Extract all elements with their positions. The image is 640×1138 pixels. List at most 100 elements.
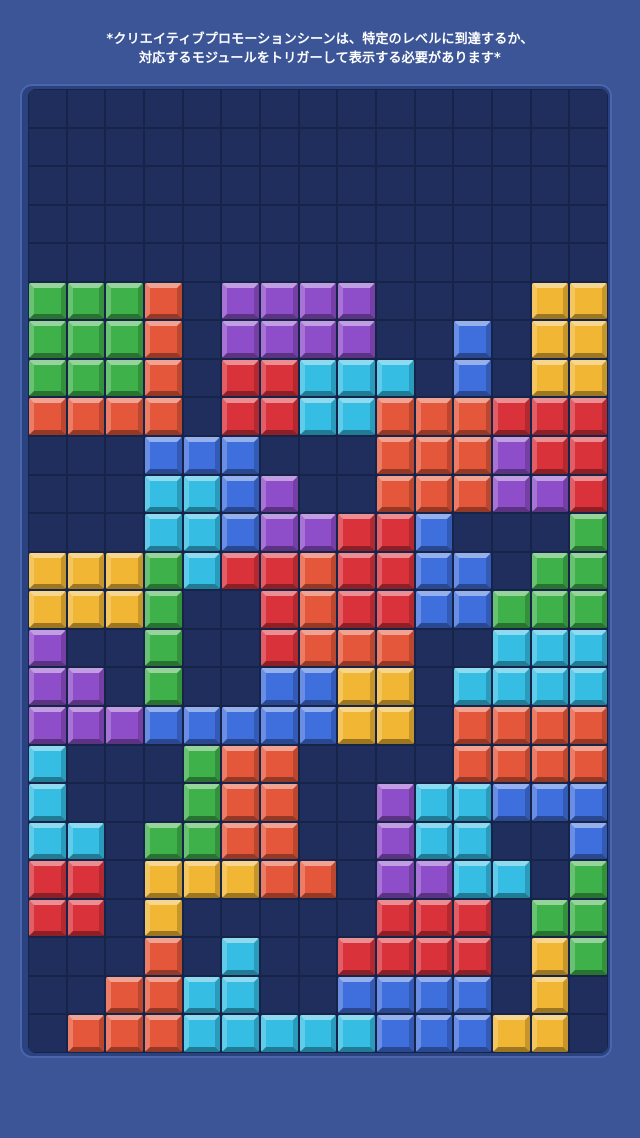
tetromino-block xyxy=(261,359,298,397)
tetromino-block xyxy=(415,514,453,551)
grid-cell xyxy=(182,898,222,938)
grid-cell xyxy=(414,358,454,398)
grid-cell xyxy=(66,243,106,282)
tetromino-block xyxy=(145,629,182,667)
grid-cell xyxy=(221,590,260,629)
tetromino-block xyxy=(338,591,375,628)
tetromino-block xyxy=(531,745,569,783)
tetromino-block xyxy=(106,398,143,436)
grid-cell xyxy=(260,166,299,205)
tetromino-block xyxy=(261,282,298,320)
grid-cell xyxy=(298,744,338,784)
grid-cell xyxy=(337,204,376,244)
grid-cell xyxy=(414,281,454,321)
tetromino-block xyxy=(67,668,105,705)
tetromino-block xyxy=(377,784,414,821)
tetromino-block xyxy=(299,861,337,898)
tetromino-block xyxy=(29,321,66,358)
grid-cell xyxy=(569,243,608,282)
grid-cell xyxy=(453,243,492,282)
grid-cell xyxy=(492,358,531,398)
tetromino-block xyxy=(67,552,105,590)
tetromino-block xyxy=(493,706,530,744)
grid-cell xyxy=(66,513,106,552)
tetromino-block xyxy=(299,514,337,551)
grid-cell xyxy=(28,937,67,976)
tetromino-block xyxy=(222,976,259,1014)
grid-cell xyxy=(28,1014,67,1053)
tetromino-block xyxy=(222,321,259,358)
tetromino-block xyxy=(377,938,414,975)
tetromino-block xyxy=(261,629,298,667)
tetromino-block xyxy=(454,822,491,860)
tetromino-block xyxy=(299,1015,337,1052)
grid-cell xyxy=(337,860,376,899)
grid-cell xyxy=(105,513,144,552)
tetromino-block xyxy=(338,398,375,436)
tetromino-block xyxy=(145,437,182,474)
tetromino-block xyxy=(531,398,569,436)
grid-cell xyxy=(376,166,415,205)
tetromino-block xyxy=(531,976,569,1014)
tetromino-block xyxy=(493,591,530,628)
tetromino-block xyxy=(222,475,259,513)
grid-cell xyxy=(530,860,570,899)
grid-cell xyxy=(105,89,144,128)
grid-cell xyxy=(66,937,106,976)
tetromino-block xyxy=(145,861,182,898)
grid-cell xyxy=(182,628,222,668)
grid-cell xyxy=(66,975,106,1015)
grid-cell xyxy=(453,127,492,167)
grid-cell xyxy=(453,89,492,128)
tetromino-block xyxy=(377,437,414,474)
grid-cell xyxy=(260,975,299,1015)
tetromino-block xyxy=(261,321,298,358)
grid-cell xyxy=(105,243,144,282)
tetromino-block xyxy=(531,359,569,397)
grid-cell xyxy=(28,474,67,514)
grid-cell xyxy=(376,89,415,128)
grid-cell xyxy=(182,358,222,398)
tetromino-block xyxy=(377,976,414,1014)
tetromino-block xyxy=(377,552,414,590)
grid-cell xyxy=(492,127,531,167)
grid-cell xyxy=(66,166,106,205)
tetromino-block xyxy=(493,745,530,783)
tetromino-block xyxy=(299,591,337,628)
tetromino-block xyxy=(415,899,453,937)
grid-cell xyxy=(492,243,531,282)
tetromino-block xyxy=(222,938,259,975)
tetromino-block xyxy=(106,706,143,744)
grid-cell xyxy=(105,937,144,976)
tetromino-block xyxy=(299,398,337,436)
grid-cell xyxy=(105,821,144,861)
tetromino-block xyxy=(106,321,143,358)
tetromino-block xyxy=(338,321,375,358)
promo-notice: *クリエイティブプロモーションシーンは、特定のレベルに到達するか、 対応するモジ… xyxy=(0,30,640,68)
grid-cell xyxy=(298,204,338,244)
grid-cell xyxy=(28,436,67,475)
grid-cell xyxy=(260,243,299,282)
tetromino-block xyxy=(338,706,375,744)
grid-cell xyxy=(453,166,492,205)
grid-cell xyxy=(530,513,570,552)
tetromino-block xyxy=(261,398,298,436)
tetromino-block xyxy=(338,359,375,397)
grid-cell xyxy=(221,898,260,938)
tetromino-block xyxy=(454,591,491,628)
tetromino-block xyxy=(183,437,221,474)
grid-cell xyxy=(569,166,608,205)
tetromino-block xyxy=(299,321,337,358)
tetromino-block xyxy=(415,1015,453,1052)
tetromino-block xyxy=(454,321,491,358)
tetromino-block xyxy=(67,706,105,744)
tetromino-block xyxy=(493,629,530,667)
grid-cell xyxy=(453,281,492,321)
grid-cell xyxy=(298,937,338,976)
tetromino-block xyxy=(299,282,337,320)
game-board[interactable] xyxy=(28,89,608,1053)
tetromino-block xyxy=(415,861,453,898)
grid-cell xyxy=(414,705,454,745)
grid-cell xyxy=(298,436,338,475)
tetromino-block xyxy=(570,321,607,358)
